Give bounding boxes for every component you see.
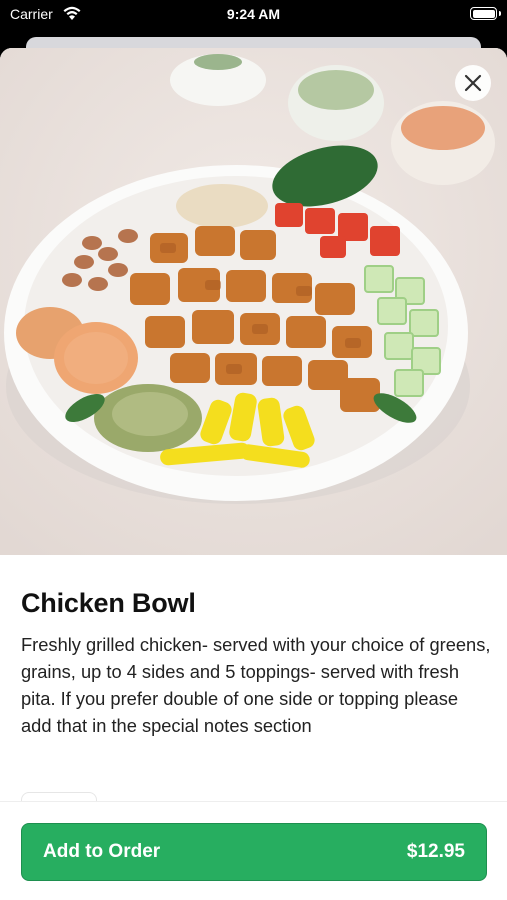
item-details: Chicken Bowl Freshly grilled chicken- se… [21,588,491,739]
chicken-bowl-image [0,48,507,555]
price-label: $12.95 [406,841,465,862]
close-icon [464,74,482,92]
add-to-order-label: Add to Order [43,841,161,862]
item-detail-sheet: Chicken Bowl Freshly grilled chicken- se… [0,48,507,900]
add-to-order-button[interactable]: Add to Order $12.95 [21,823,487,881]
status-bar: Carrier 9:24 AM [0,0,507,30]
battery-icon [470,7,497,20]
item-description: Freshly grilled chicken- served with you… [21,634,491,736]
item-title: Chicken Bowl [21,588,196,618]
order-footer: Add to Order $12.95 [0,801,507,900]
item-photo [0,48,507,555]
clock-label: 9:24 AM [226,6,281,22]
close-button[interactable] [455,65,491,101]
